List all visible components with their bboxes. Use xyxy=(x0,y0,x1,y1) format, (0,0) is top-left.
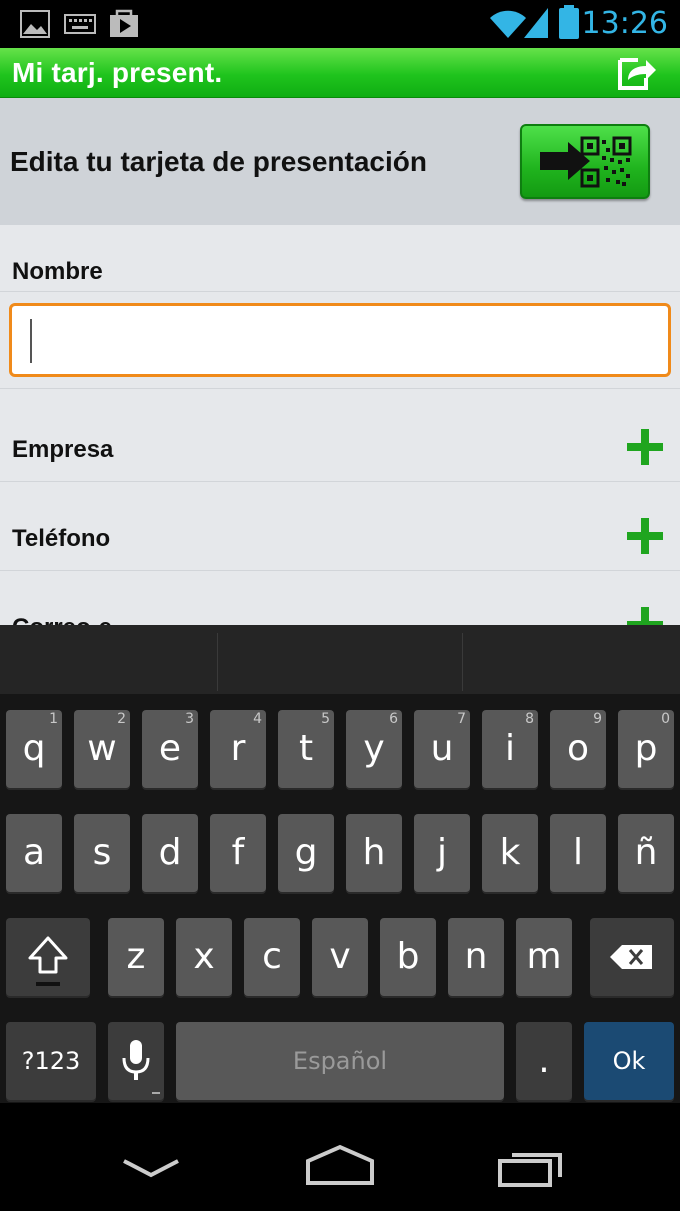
divider xyxy=(0,481,680,482)
microphone-icon xyxy=(122,1040,160,1094)
back-icon[interactable] xyxy=(118,1153,184,1183)
header-title: Edita tu tarjeta de presentación xyxy=(10,146,427,177)
recent-apps-icon[interactable] xyxy=(496,1147,566,1189)
ok-key[interactable]: Ok xyxy=(584,1022,674,1100)
key-a[interactable]: a xyxy=(6,814,62,892)
key-p[interactable]: 0p xyxy=(618,710,674,788)
field-label-company: Empresa xyxy=(12,436,114,463)
key-n[interactable]: n xyxy=(448,918,504,996)
symbols-key[interactable]: ?123 xyxy=(6,1022,96,1100)
backspace-key[interactable] xyxy=(590,918,674,996)
signal-icon xyxy=(524,8,548,38)
key-z[interactable]: z xyxy=(108,918,164,996)
key-f[interactable]: f xyxy=(210,814,266,892)
key-o[interactable]: 9o xyxy=(550,710,606,788)
key-h[interactable]: h xyxy=(346,814,402,892)
key-v[interactable]: v xyxy=(312,918,368,996)
form-header: Edita tu tarjeta de presentación xyxy=(0,98,680,225)
add-email-plus-icon[interactable] xyxy=(627,607,663,625)
key-k[interactable]: k xyxy=(482,814,538,892)
key-r[interactable]: 4r xyxy=(210,710,266,788)
name-label: Nombre xyxy=(12,258,103,285)
key-b[interactable]: b xyxy=(380,918,436,996)
clock: 13:26 xyxy=(581,6,668,41)
key-e[interactable]: 3e xyxy=(142,710,198,788)
field-label-email: Correo-e xyxy=(12,614,112,625)
divider xyxy=(0,570,680,571)
microphone-key[interactable] xyxy=(108,1022,164,1100)
divider xyxy=(217,633,218,691)
divider xyxy=(0,291,680,292)
key-w[interactable]: 2w xyxy=(74,710,130,788)
key-x[interactable]: x xyxy=(176,918,232,996)
key-t[interactable]: 5t xyxy=(278,710,334,788)
text-cursor xyxy=(30,319,32,363)
play-store-icon xyxy=(110,9,138,37)
app-title: Mi tarj. present. xyxy=(12,57,223,88)
key-u[interactable]: 7u xyxy=(414,710,470,788)
share-icon[interactable] xyxy=(616,54,658,92)
key-m[interactable]: m xyxy=(516,918,572,996)
key-j[interactable]: j xyxy=(414,814,470,892)
key-n-tilde[interactable]: ñ xyxy=(618,814,674,892)
add-phone-plus-icon[interactable] xyxy=(627,518,663,554)
divider xyxy=(462,633,463,691)
shift-icon xyxy=(28,936,68,986)
add-company-plus-icon[interactable] xyxy=(627,429,663,465)
keyboard-icon xyxy=(64,14,96,34)
battery-icon xyxy=(559,5,579,39)
soft-keyboard: 1q 2w 3e 4r 5t 6y 7u 8i 9o 0p a s d f g … xyxy=(0,625,680,1103)
shift-key[interactable] xyxy=(6,918,90,996)
qr-share-button[interactable] xyxy=(520,124,650,199)
key-i[interactable]: 8i xyxy=(482,710,538,788)
space-bar[interactable]: Español xyxy=(176,1022,504,1100)
name-input[interactable] xyxy=(9,303,671,377)
suggestion-strip[interactable] xyxy=(0,625,680,694)
status-bar: 13:26 xyxy=(0,0,680,48)
field-label-phone: Teléfono xyxy=(12,525,111,552)
navigation-bar xyxy=(0,1103,680,1211)
key-q[interactable]: 1q xyxy=(6,710,62,788)
period-key[interactable]: . xyxy=(516,1022,572,1100)
key-d[interactable]: d xyxy=(142,814,198,892)
action-bar: Mi tarj. present. xyxy=(0,48,680,98)
key-s[interactable]: s xyxy=(74,814,130,892)
backspace-icon xyxy=(610,945,652,969)
home-icon[interactable] xyxy=(302,1143,378,1187)
key-l[interactable]: l xyxy=(550,814,606,892)
key-c[interactable]: c xyxy=(244,918,300,996)
edit-card-form: Edita tu tarjeta de presentación Nombre … xyxy=(0,98,680,625)
key-g[interactable]: g xyxy=(278,814,334,892)
divider xyxy=(0,388,680,389)
gallery-icon xyxy=(20,10,50,38)
qr-arrow-icon xyxy=(540,136,632,188)
key-y[interactable]: 6y xyxy=(346,710,402,788)
